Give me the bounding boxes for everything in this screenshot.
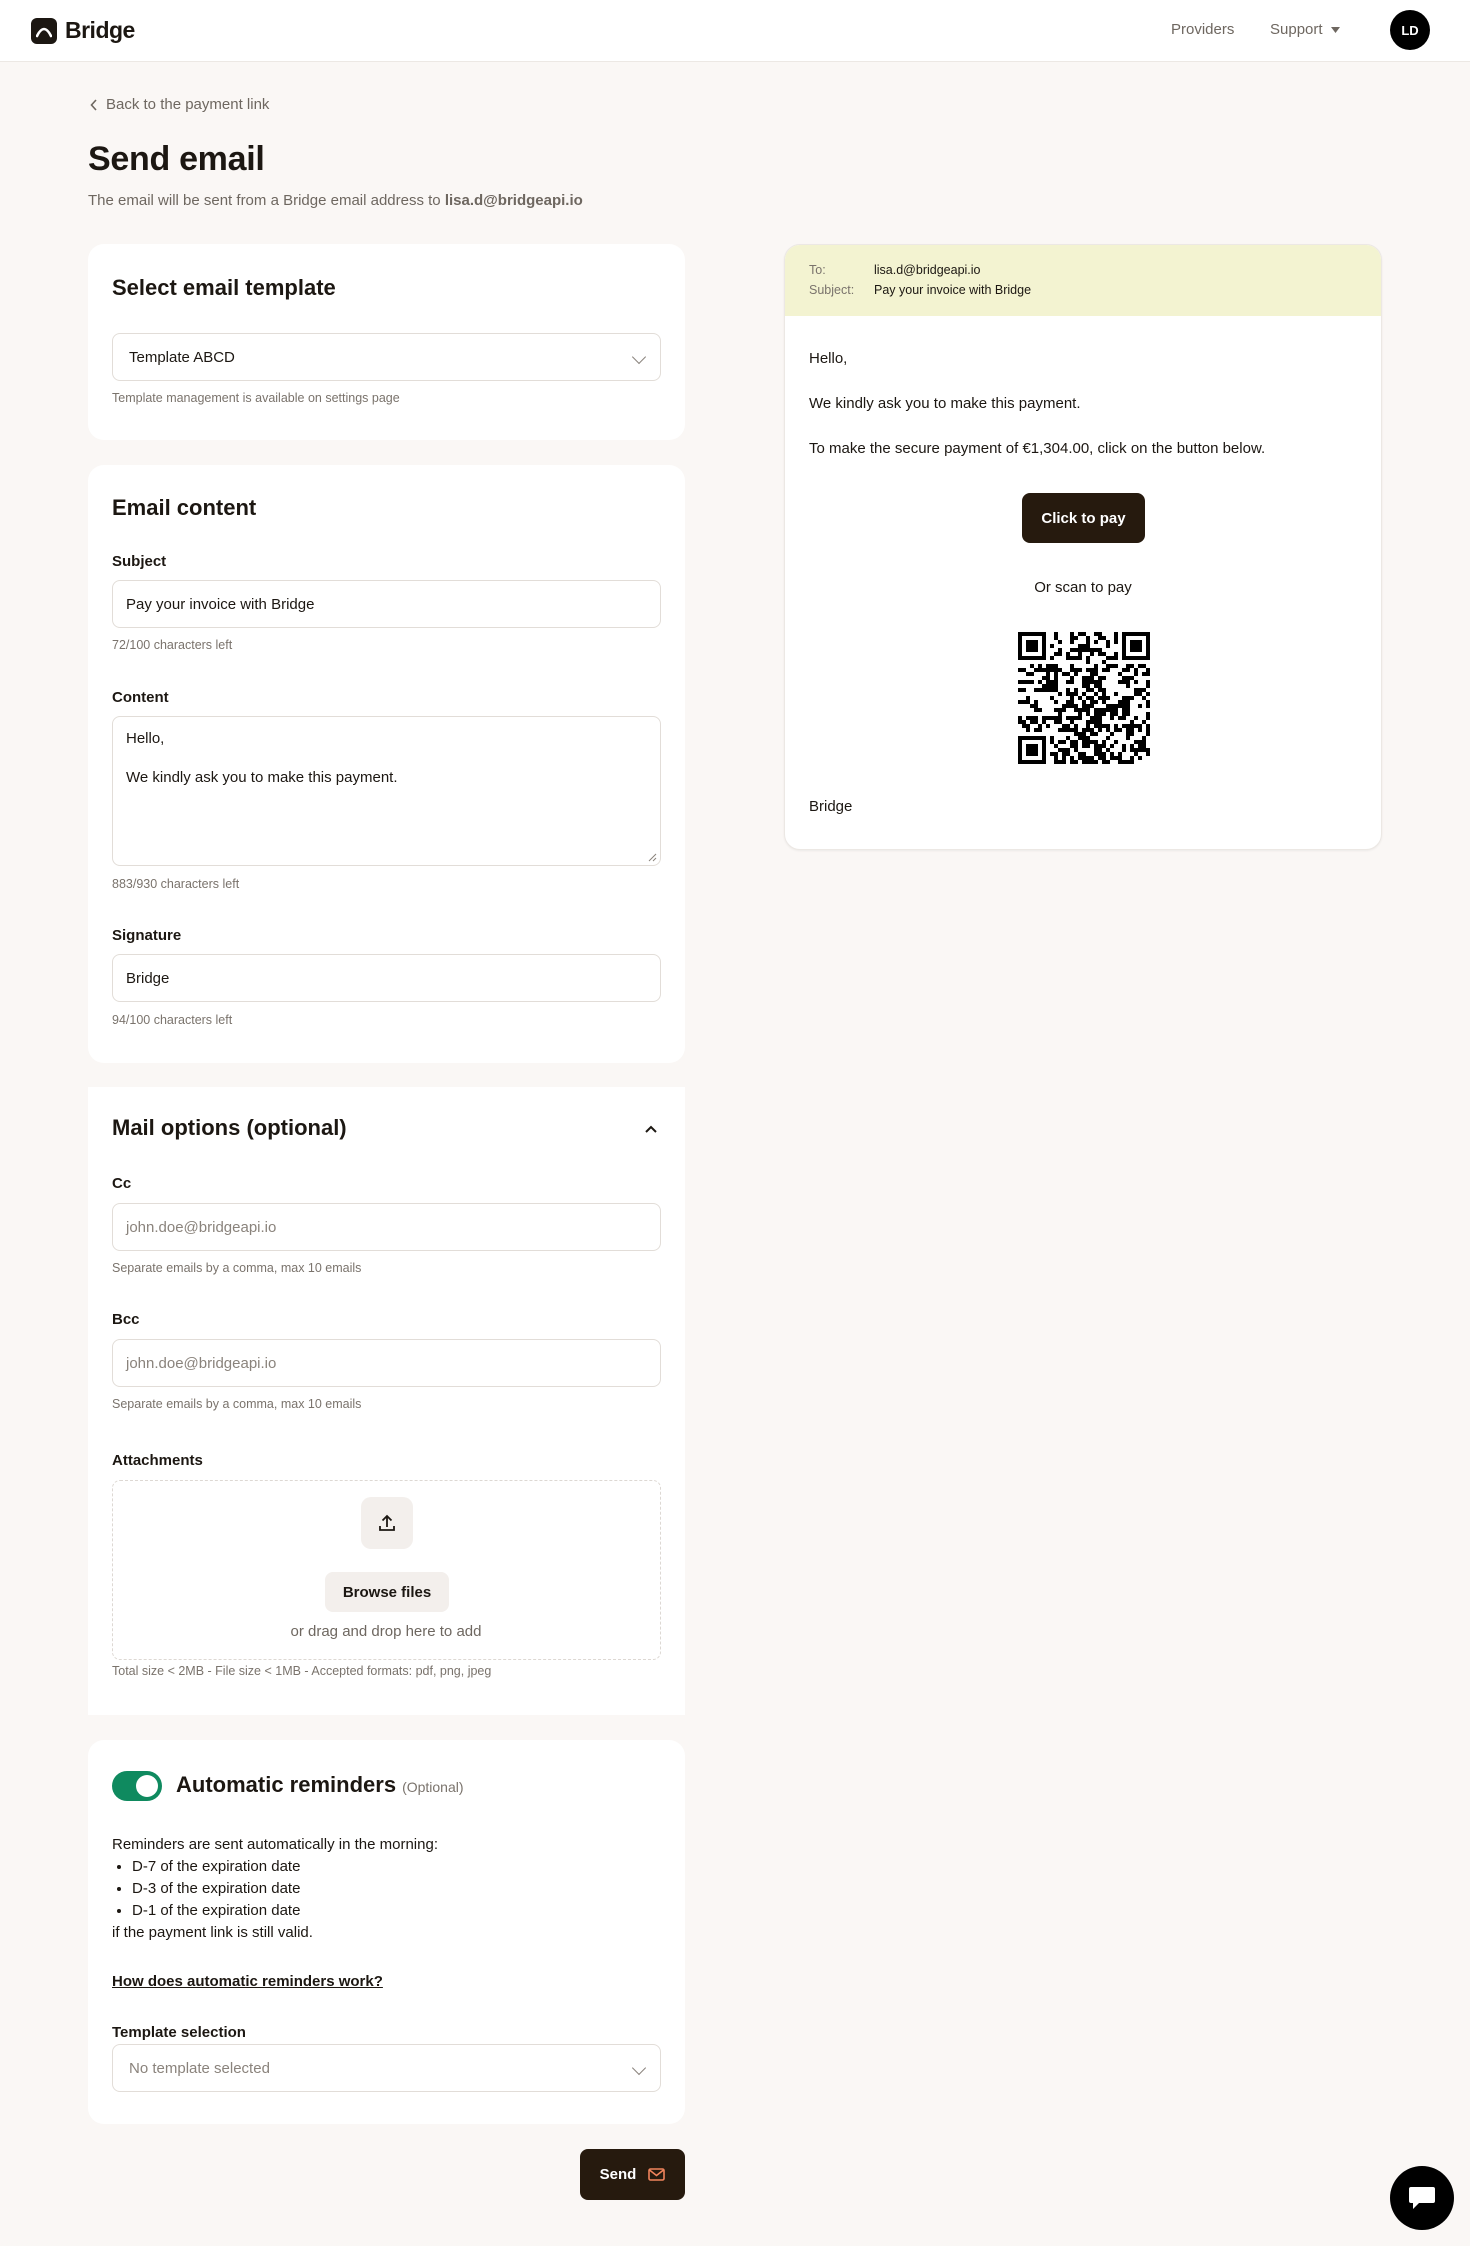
bcc-hint: Separate emails by a comma, max 10 email… — [112, 1397, 362, 1411]
subject-hint: 72/100 characters left — [112, 638, 233, 652]
recipient-email: lisa.d@bridgeapi.io — [444, 192, 583, 209]
nav-providers[interactable]: Providers — [1171, 21, 1234, 38]
top-bar: Bridge Providers Support LD — [0, 0, 1470, 62]
preview-to-label: To: — [809, 263, 826, 277]
back-link[interactable]: Back to the payment link — [90, 96, 269, 113]
attachments-label: Attachments — [112, 1452, 203, 1469]
mail-options-title: Mail options (optional) — [112, 1115, 347, 1140]
preview-subject-label: Subject: — [809, 283, 855, 297]
cc-label: Cc — [112, 1175, 132, 1192]
reminder-template-select[interactable]: No template selected — [112, 2044, 661, 2092]
content-textarea[interactable]: Hello, We kindly ask you to make this pa… — [112, 716, 661, 866]
optional-tag: (Optional) — [402, 1779, 464, 1795]
preview-line: We kindly ask you to make this payment. — [809, 395, 1081, 412]
signature-label: Signature — [112, 927, 182, 944]
cc-input[interactable]: john.doe@bridgeapi.io — [112, 1203, 661, 1251]
template-selection-label: Template selection — [112, 2024, 246, 2041]
template-card-title: Select email template — [112, 275, 336, 300]
signature-hint: 94/100 characters left — [112, 1013, 233, 1027]
content-label: Content — [112, 689, 169, 706]
page-subtitle: The email will be sent from a Bridge ema… — [88, 192, 583, 209]
page-subtitle-text: The email will be sent from a Bridge ema… — [88, 192, 445, 209]
chevron-up-icon[interactable] — [645, 1125, 657, 1133]
browse-files-button[interactable]: Browse files — [325, 1572, 449, 1612]
drag-drop-text: or drag and drop here to add — [290, 1623, 482, 1640]
content-line: We kindly ask you to make this payment. — [126, 769, 398, 786]
reminders-outro: if the payment link is still valid. — [112, 1924, 313, 1941]
reminders-heading: Automatic reminders (Optional) — [176, 1772, 464, 1798]
bridge-logo-icon — [31, 17, 57, 44]
template-card: Select email template Template ABCD Temp… — [88, 244, 685, 440]
signature-input[interactable]: Bridge — [112, 954, 661, 1002]
back-link-label: Back to the payment link — [106, 96, 270, 113]
reminders-list: D-7 of the expiration date D-3 of the ex… — [112, 1856, 438, 1922]
preview-to-value: lisa.d@bridgeapi.io — [874, 263, 981, 277]
subject-label: Subject — [112, 553, 167, 570]
email-content-card: Email content Subject Pay your invoice w… — [88, 465, 685, 1063]
click-to-pay-button[interactable]: Click to pay — [1022, 493, 1145, 543]
email-content-title: Email content — [112, 495, 257, 520]
page-title: Send email — [88, 140, 265, 178]
chat-icon — [1409, 2187, 1435, 2209]
user-avatar[interactable]: LD — [1390, 10, 1430, 50]
mail-options-card: Mail options (optional) Cc john.doe@brid… — [88, 1087, 685, 1715]
preview-line: To make the secure payment of €1,304.00,… — [809, 440, 1266, 457]
qr-code — [1018, 632, 1150, 764]
chat-launcher-button[interactable] — [1390, 2166, 1454, 2230]
preview-greeting: Hello, — [809, 350, 848, 367]
reminders-toggle[interactable] — [112, 1771, 162, 1801]
reminders-intro: Reminders are sent automatically in the … — [112, 1836, 438, 1853]
send-button[interactable]: Send — [580, 2149, 685, 2200]
email-preview: To: lisa.d@bridgeapi.io Subject: Pay you… — [784, 244, 1382, 850]
upload-icon — [361, 1497, 413, 1549]
bcc-input[interactable]: john.doe@bridgeapi.io — [112, 1339, 661, 1387]
brand-name: Bridge — [65, 17, 135, 43]
template-select[interactable]: Template ABCD — [112, 333, 661, 381]
nav-support-label: Support — [1270, 21, 1323, 38]
subject-input[interactable]: Pay your invoice with Bridge — [112, 580, 661, 628]
reminder-item: D-1 of the expiration date — [132, 1900, 438, 1922]
send-button-label: Send — [599, 2166, 637, 2183]
caret-down-icon — [1330, 26, 1340, 33]
cc-hint: Separate emails by a comma, max 10 email… — [112, 1261, 362, 1275]
resize-handle-icon[interactable] — [648, 853, 657, 862]
chevron-down-icon — [631, 349, 647, 365]
reminder-item: D-3 of the expiration date — [132, 1878, 438, 1900]
scan-to-pay-text: Or scan to pay — [1034, 579, 1132, 596]
mail-icon — [648, 2168, 666, 2181]
reminders-title: Automatic reminders — [176, 1772, 397, 1797]
template-hint: Template management is available on sett… — [112, 391, 400, 405]
attachments-hint: Total size < 2MB - File size < 1MB - Acc… — [112, 1664, 492, 1678]
nav-support[interactable]: Support — [1270, 21, 1340, 38]
preview-header: To: lisa.d@bridgeapi.io Subject: Pay you… — [785, 245, 1381, 316]
reminders-card: Automatic reminders (Optional) Reminders… — [88, 1740, 685, 2124]
chevron-down-icon — [631, 2060, 647, 2076]
content-line: Hello, — [126, 730, 165, 747]
reminder-item: D-7 of the expiration date — [132, 1856, 438, 1878]
bridge-logo[interactable]: Bridge — [31, 17, 135, 44]
reminders-description: Reminders are sent automatically in the … — [112, 1834, 438, 1944]
attachments-dropzone[interactable]: Browse files or drag and drop here to ad… — [112, 1480, 661, 1660]
reminders-help-link[interactable]: How does automatic reminders work? — [112, 1973, 383, 1990]
reminder-template-value: No template selected — [129, 2059, 270, 2077]
chevron-left-icon — [90, 98, 97, 111]
content-hint: 883/930 characters left — [112, 877, 240, 891]
bcc-label: Bcc — [112, 1311, 140, 1328]
template-select-value: Template ABCD — [129, 348, 235, 366]
preview-subject-value: Pay your invoice with Bridge — [874, 283, 1032, 297]
preview-signature: Bridge — [809, 798, 853, 815]
